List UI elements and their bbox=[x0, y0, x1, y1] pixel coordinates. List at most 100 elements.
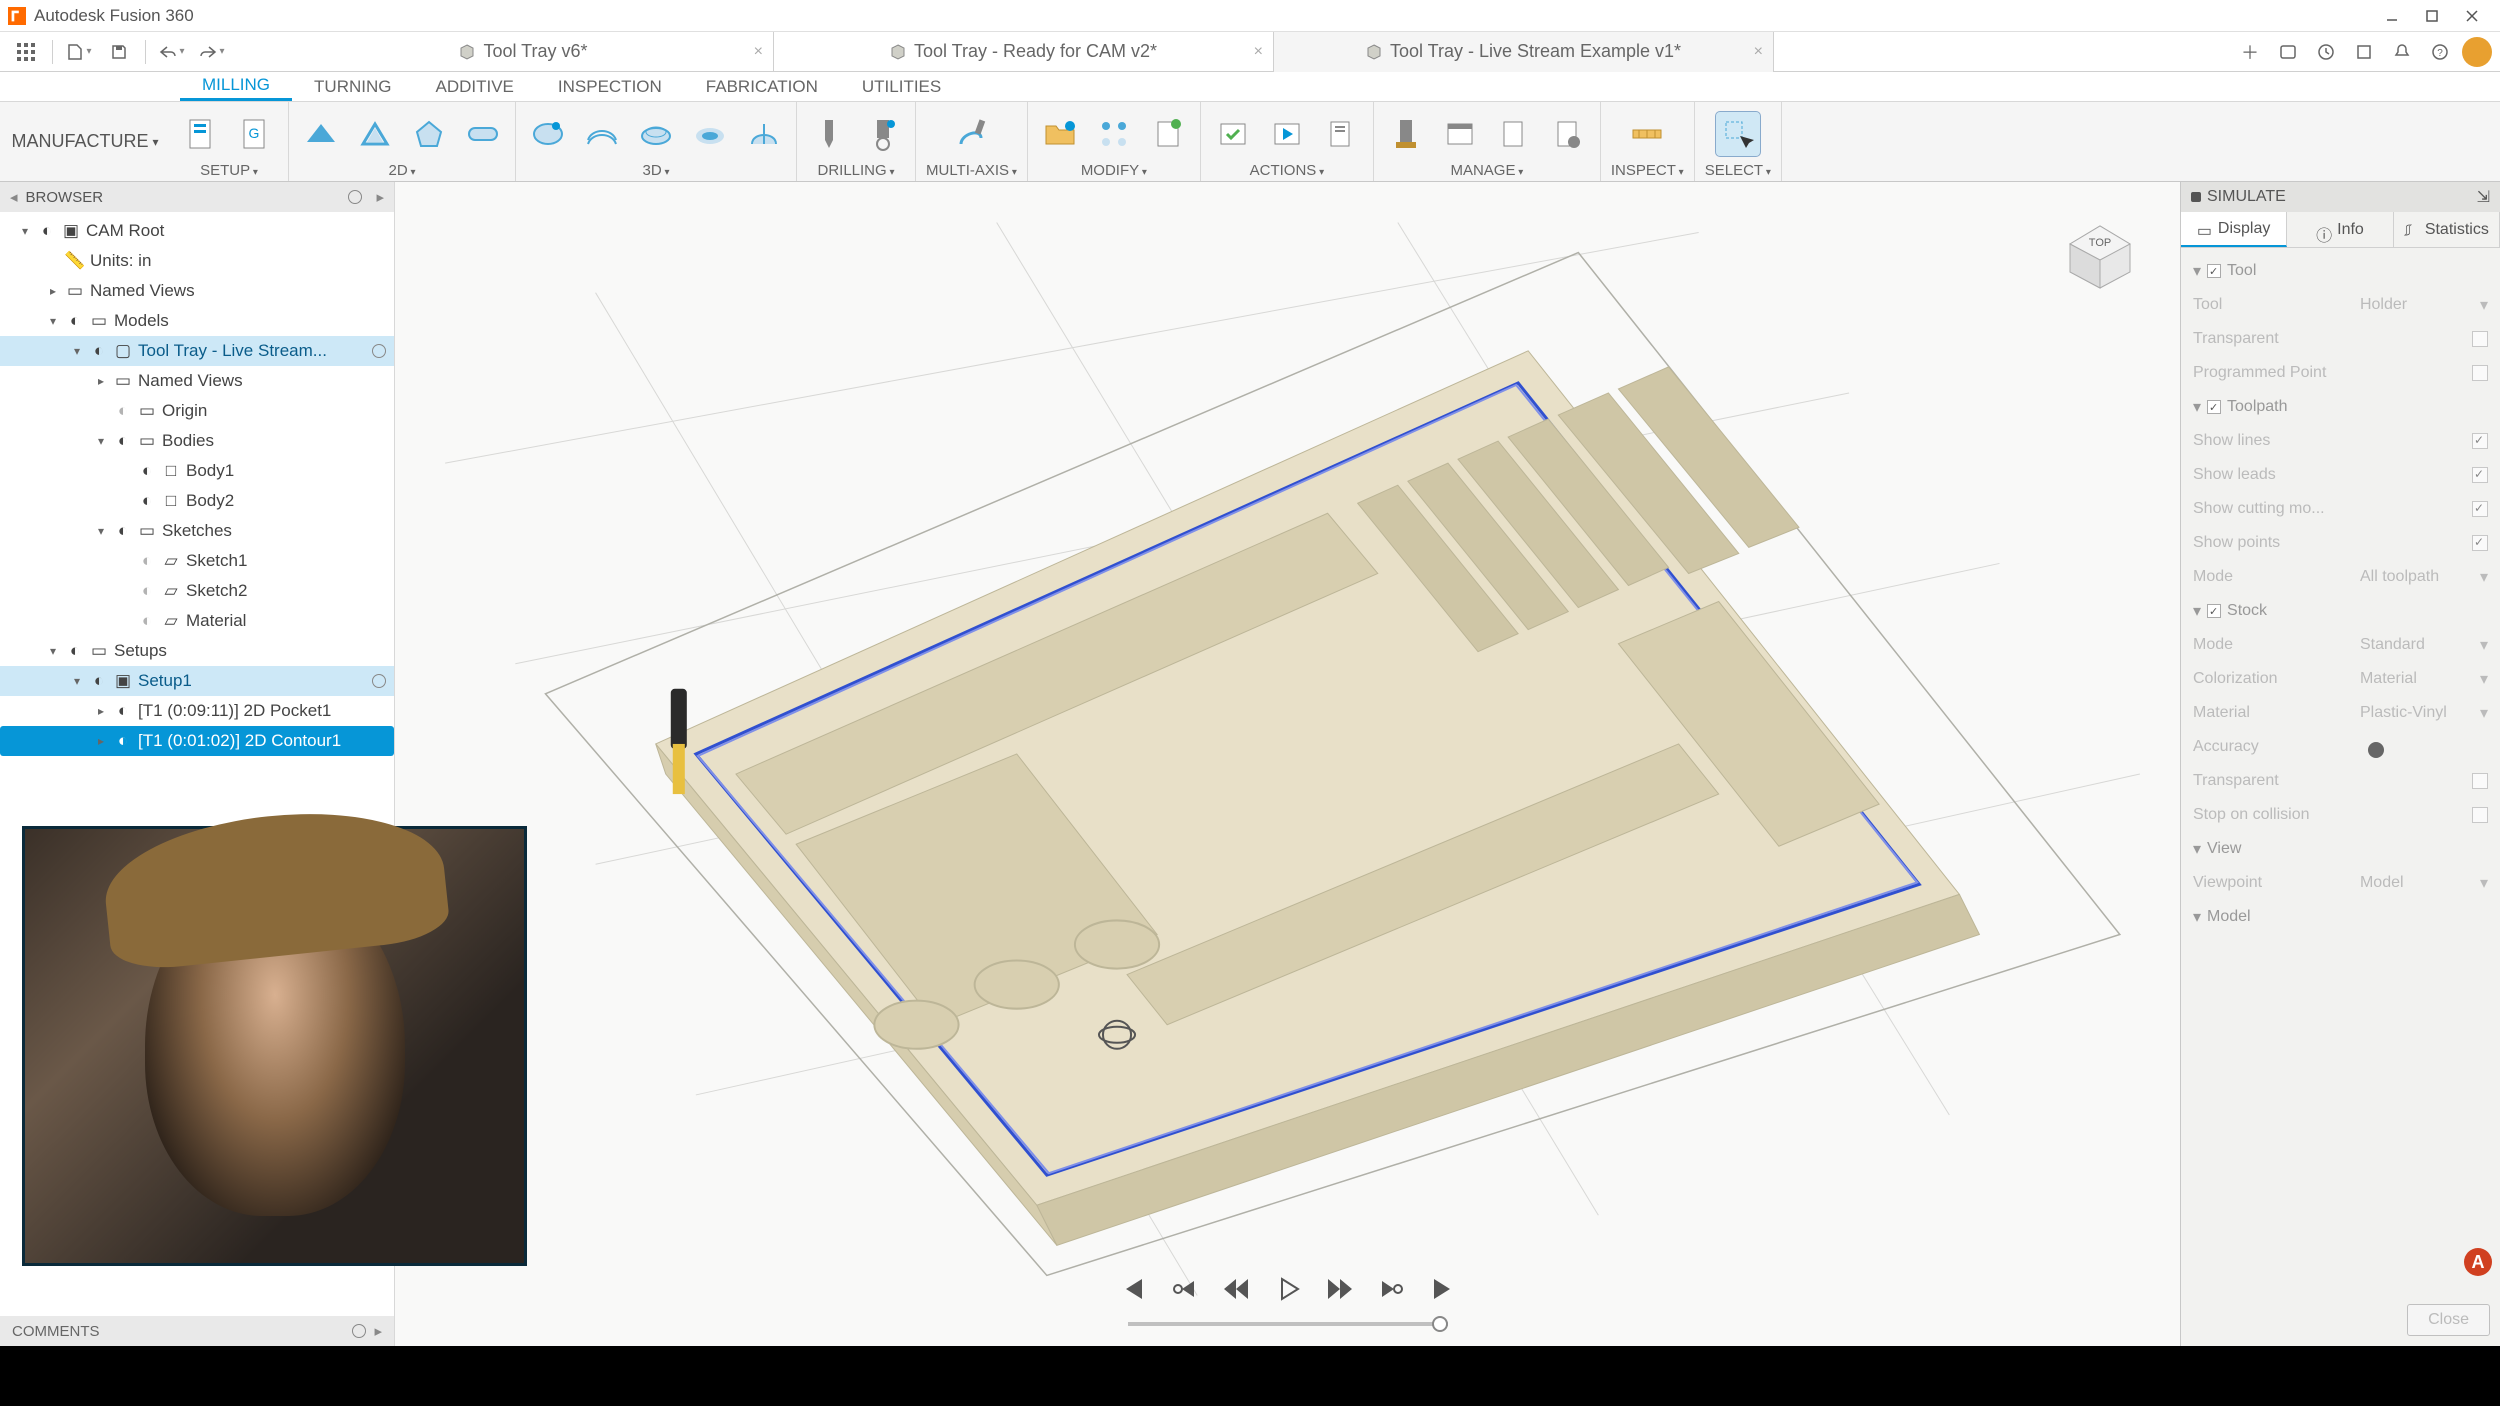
visibility-icon[interactable]: ◐ bbox=[90, 672, 108, 690]
ribbon-group-label[interactable]: SELECT bbox=[1705, 162, 1771, 181]
face-2d-icon[interactable] bbox=[299, 112, 343, 156]
doc-tab-1[interactable]: Tool Tray - Ready for CAM v2* × bbox=[774, 32, 1274, 72]
user-avatar[interactable] bbox=[2462, 37, 2492, 67]
pattern-icon[interactable] bbox=[1092, 112, 1136, 156]
workspace-switcher[interactable]: MANUFACTURE bbox=[0, 102, 170, 181]
adaptive-3d-icon[interactable] bbox=[526, 112, 570, 156]
visibility-icon[interactable]: ◐ bbox=[66, 312, 84, 330]
bore-icon[interactable] bbox=[861, 112, 905, 156]
select-icon[interactable] bbox=[1716, 112, 1760, 156]
section-view[interactable]: ▾View bbox=[2193, 832, 2488, 866]
section-tool[interactable]: ▾Tool bbox=[2193, 254, 2488, 288]
chevron-left-icon[interactable]: ◂ bbox=[10, 188, 18, 206]
ribbon-tab-turning[interactable]: TURNING bbox=[292, 72, 413, 101]
tree-root[interactable]: ▾◐▣CAM Root bbox=[0, 216, 394, 246]
extensions-button[interactable] bbox=[2348, 36, 2380, 68]
stock-section-checkbox[interactable] bbox=[2207, 604, 2221, 618]
active-setup-icon[interactable] bbox=[372, 674, 386, 688]
close-tab-icon[interactable]: × bbox=[754, 43, 763, 61]
visibility-icon[interactable]: ◐ bbox=[114, 702, 132, 720]
timeline-handle[interactable] bbox=[1432, 1316, 1448, 1332]
simulate-icon[interactable] bbox=[1265, 112, 1309, 156]
tree-sketch1[interactable]: ◐▱Sketch1 bbox=[0, 546, 394, 576]
slider-handle[interactable] bbox=[2368, 742, 2384, 758]
visibility-icon[interactable]: ◐ bbox=[38, 222, 56, 240]
tree-units[interactable]: 📏Units: in bbox=[0, 246, 394, 276]
close-button[interactable] bbox=[2452, 2, 2492, 30]
show-leads-checkbox[interactable] bbox=[2472, 467, 2488, 483]
chevron-right-icon[interactable]: ▸ bbox=[374, 1322, 382, 1340]
ribbon-group-label[interactable]: MANAGE bbox=[1450, 162, 1523, 181]
ribbon-group-label[interactable]: MULTI-AXIS bbox=[926, 162, 1017, 181]
close-tab-icon[interactable]: × bbox=[1254, 43, 1263, 61]
notifications-button[interactable] bbox=[2386, 36, 2418, 68]
section-model[interactable]: ▾Model bbox=[2193, 900, 2488, 934]
scallop-3d-icon[interactable] bbox=[634, 112, 678, 156]
simulate-tab-info[interactable]: ⓘInfo bbox=[2287, 212, 2393, 247]
browser-options-icon[interactable] bbox=[348, 190, 362, 204]
tree-models[interactable]: ▾◐▭Models bbox=[0, 306, 394, 336]
tree-setups[interactable]: ▾◐▭Setups bbox=[0, 636, 394, 666]
close-simulate-button[interactable]: Close bbox=[2407, 1304, 2490, 1336]
visibility-icon[interactable]: ◐ bbox=[66, 642, 84, 660]
minimize-button[interactable] bbox=[2372, 2, 2412, 30]
visibility-icon[interactable]: ◐ bbox=[90, 342, 108, 360]
show-cutting-checkbox[interactable] bbox=[2472, 501, 2488, 517]
machine-library-icon[interactable] bbox=[1492, 112, 1536, 156]
simulate-header[interactable]: SIMULATE ⇲ bbox=[2181, 182, 2500, 212]
comments-options-icon[interactable] bbox=[352, 1324, 366, 1338]
setup-sheet-icon[interactable]: G bbox=[234, 112, 278, 156]
folder-icon[interactable] bbox=[1038, 112, 1082, 156]
tool-section-checkbox[interactable] bbox=[2207, 264, 2221, 278]
visibility-icon[interactable]: ◐ bbox=[114, 432, 132, 450]
3d-viewport[interactable]: TOP ⟲▾ ▭ ✥ 🔍 ⌕ ▤▾ ▦▾ ▢▾ bbox=[395, 182, 2180, 1346]
stock-transparent-checkbox[interactable] bbox=[2472, 773, 2488, 789]
pocket-2d-icon[interactable] bbox=[407, 112, 451, 156]
task-manager-icon[interactable] bbox=[1438, 112, 1482, 156]
tool-library-icon[interactable] bbox=[1384, 112, 1428, 156]
measure-icon[interactable] bbox=[1625, 112, 1669, 156]
simulate-tab-stats[interactable]: ⎎Statistics bbox=[2394, 212, 2500, 247]
undo-button[interactable] bbox=[154, 34, 190, 70]
pin-icon[interactable]: ⇲ bbox=[2477, 187, 2490, 207]
visibility-off-icon[interactable]: ◐ bbox=[114, 402, 132, 420]
tree-body2[interactable]: ◐□Body2 bbox=[0, 486, 394, 516]
apps-grid-button[interactable] bbox=[8, 34, 44, 70]
help-button[interactable]: ? bbox=[2424, 36, 2456, 68]
radial-3d-icon[interactable] bbox=[742, 112, 786, 156]
step-back-button[interactable] bbox=[1219, 1272, 1253, 1306]
ribbon-group-label[interactable]: MODIFY bbox=[1081, 162, 1147, 181]
tree-named-views[interactable]: ▸▭Named Views bbox=[0, 276, 394, 306]
section-stock[interactable]: ▾Stock bbox=[2193, 594, 2488, 628]
stop-collision-checkbox[interactable] bbox=[2472, 807, 2488, 823]
redo-button[interactable] bbox=[194, 34, 230, 70]
transparent-checkbox[interactable] bbox=[2472, 331, 2488, 347]
viewcube[interactable]: TOP bbox=[2050, 202, 2150, 302]
tree-op-contour[interactable]: ▸◐[T1 (0:01:02)] 2D Contour1 bbox=[0, 726, 394, 756]
file-menu-button[interactable] bbox=[61, 34, 97, 70]
skip-start-button[interactable] bbox=[1115, 1272, 1149, 1306]
browser-header[interactable]: ◂ BROWSER ▸ bbox=[0, 182, 394, 212]
spiral-3d-icon[interactable] bbox=[688, 112, 732, 156]
visibility-off-icon[interactable]: ◐ bbox=[138, 552, 156, 570]
visibility-icon[interactable]: ◐ bbox=[138, 492, 156, 510]
ribbon-tab-utilities[interactable]: UTILITIES bbox=[840, 72, 963, 101]
generate-icon[interactable] bbox=[1211, 112, 1255, 156]
tree-bodies[interactable]: ▾◐▭Bodies bbox=[0, 426, 394, 456]
setup-script-icon[interactable] bbox=[180, 112, 224, 156]
skip-end-button[interactable] bbox=[1427, 1272, 1461, 1306]
simulate-tab-display[interactable]: ▭Display bbox=[2181, 212, 2287, 247]
manual-nc-icon[interactable] bbox=[1146, 112, 1190, 156]
section-toolpath[interactable]: ▾Toolpath bbox=[2193, 390, 2488, 424]
tree-op-pocket[interactable]: ▸◐[T1 (0:09:11)] 2D Pocket1 bbox=[0, 696, 394, 726]
prev-op-button[interactable] bbox=[1167, 1272, 1201, 1306]
parallel-3d-icon[interactable] bbox=[580, 112, 624, 156]
help-badge-icon[interactable]: A bbox=[2464, 1248, 2492, 1276]
ribbon-tab-fabrication[interactable]: FABRICATION bbox=[684, 72, 840, 101]
show-points-checkbox[interactable] bbox=[2472, 535, 2488, 551]
tree-model-item[interactable]: ▾◐▢Tool Tray - Live Stream... bbox=[0, 336, 394, 366]
post-process-icon[interactable] bbox=[1319, 112, 1363, 156]
job-status-button[interactable] bbox=[2310, 36, 2342, 68]
ribbon-group-label[interactable]: 2D bbox=[389, 162, 416, 181]
close-tab-icon[interactable]: × bbox=[1754, 43, 1763, 61]
